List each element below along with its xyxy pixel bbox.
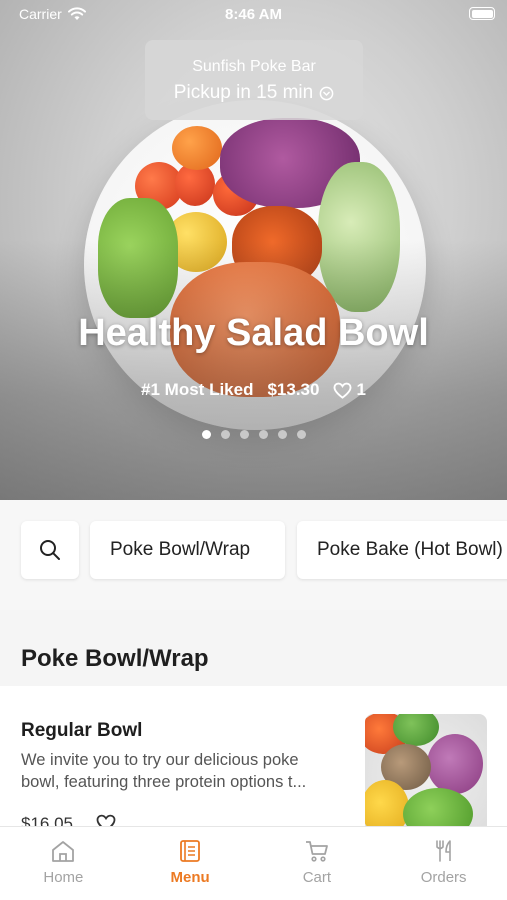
carousel-dot[interactable] — [258, 430, 268, 439]
heart-icon — [333, 382, 352, 399]
carousel-dot[interactable] — [296, 430, 306, 439]
store-name: Sunfish Poke Bar — [192, 58, 316, 75]
onion-shape — [427, 734, 483, 794]
hero-banner[interactable]: Carrier 8:46 AM Sunfish Poke Bar Pickup … — [0, 0, 507, 500]
pickup-eta: Pickup in 15 min — [173, 82, 314, 103]
carousel-dot[interactable] — [277, 430, 287, 439]
tab-cart[interactable]: Cart — [254, 827, 381, 900]
category-search-button[interactable] — [21, 521, 79, 579]
status-bar: Carrier 8:46 AM — [0, 0, 507, 28]
hero-title: Healthy Salad Bowl — [78, 312, 429, 354]
tab-label: Orders — [420, 869, 467, 886]
carousel-dots[interactable] — [0, 430, 507, 439]
carousel-dot[interactable] — [201, 430, 211, 439]
chevron-down-circle-icon — [319, 86, 334, 100]
tab-home[interactable]: Home — [0, 827, 127, 900]
item-description-line: bowl, featuring three protein options t.… — [21, 773, 307, 791]
item-name: Regular Bowl — [21, 720, 143, 741]
category-bar: Poke Bowl/Wrap Poke Bake (Hot Bowl) — [0, 500, 507, 610]
hero-like-button[interactable]: 1 — [333, 380, 366, 400]
hero-price: $13.30 — [267, 380, 320, 399]
item-description-line: We invite you to try our delicious poke — [21, 751, 299, 769]
battery-icon — [469, 7, 495, 20]
tab-orders[interactable]: Orders — [380, 827, 507, 900]
cart-icon — [305, 841, 328, 862]
tab-bar: Home Menu Cart Orders — [0, 826, 507, 900]
item-description: We invite you to try our delicious poke … — [21, 749, 351, 793]
hero-overlay — [0, 240, 507, 500]
hero-meta: #1 Most Liked $13.30 1 — [0, 380, 507, 400]
section-title: Poke Bowl/Wrap — [21, 645, 209, 672]
search-icon — [40, 540, 60, 560]
tab-label: Home — [43, 869, 84, 886]
home-icon — [52, 841, 75, 862]
clock-time: 8:46 AM — [225, 6, 282, 23]
orders-icon — [435, 840, 451, 862]
tomato-shape — [172, 126, 222, 170]
category-chip-poke-bake[interactable]: Poke Bake (Hot Bowl) — [297, 521, 507, 579]
carousel-dot[interactable] — [239, 430, 249, 439]
menu-item-card[interactable]: Regular Bowl We invite you to try our de… — [0, 686, 507, 836]
tab-label: Cart — [302, 869, 332, 886]
hero-tag: #1 Most Liked — [141, 380, 254, 399]
item-thumbnail[interactable] — [365, 714, 487, 836]
avocado-shape — [393, 714, 439, 746]
carousel-dot[interactable] — [220, 430, 230, 439]
hero-like-count: 1 — [356, 380, 366, 399]
pickup-eta-row: Pickup in 15 min — [145, 82, 363, 104]
menu-icon — [180, 840, 201, 862]
tab-label: Menu — [170, 869, 210, 886]
category-chip-poke-bowl-wrap[interactable]: Poke Bowl/Wrap — [90, 521, 285, 579]
tab-menu[interactable]: Menu — [127, 827, 254, 900]
pickup-selector[interactable]: Sunfish Poke Bar Pickup in 15 min — [145, 40, 363, 120]
